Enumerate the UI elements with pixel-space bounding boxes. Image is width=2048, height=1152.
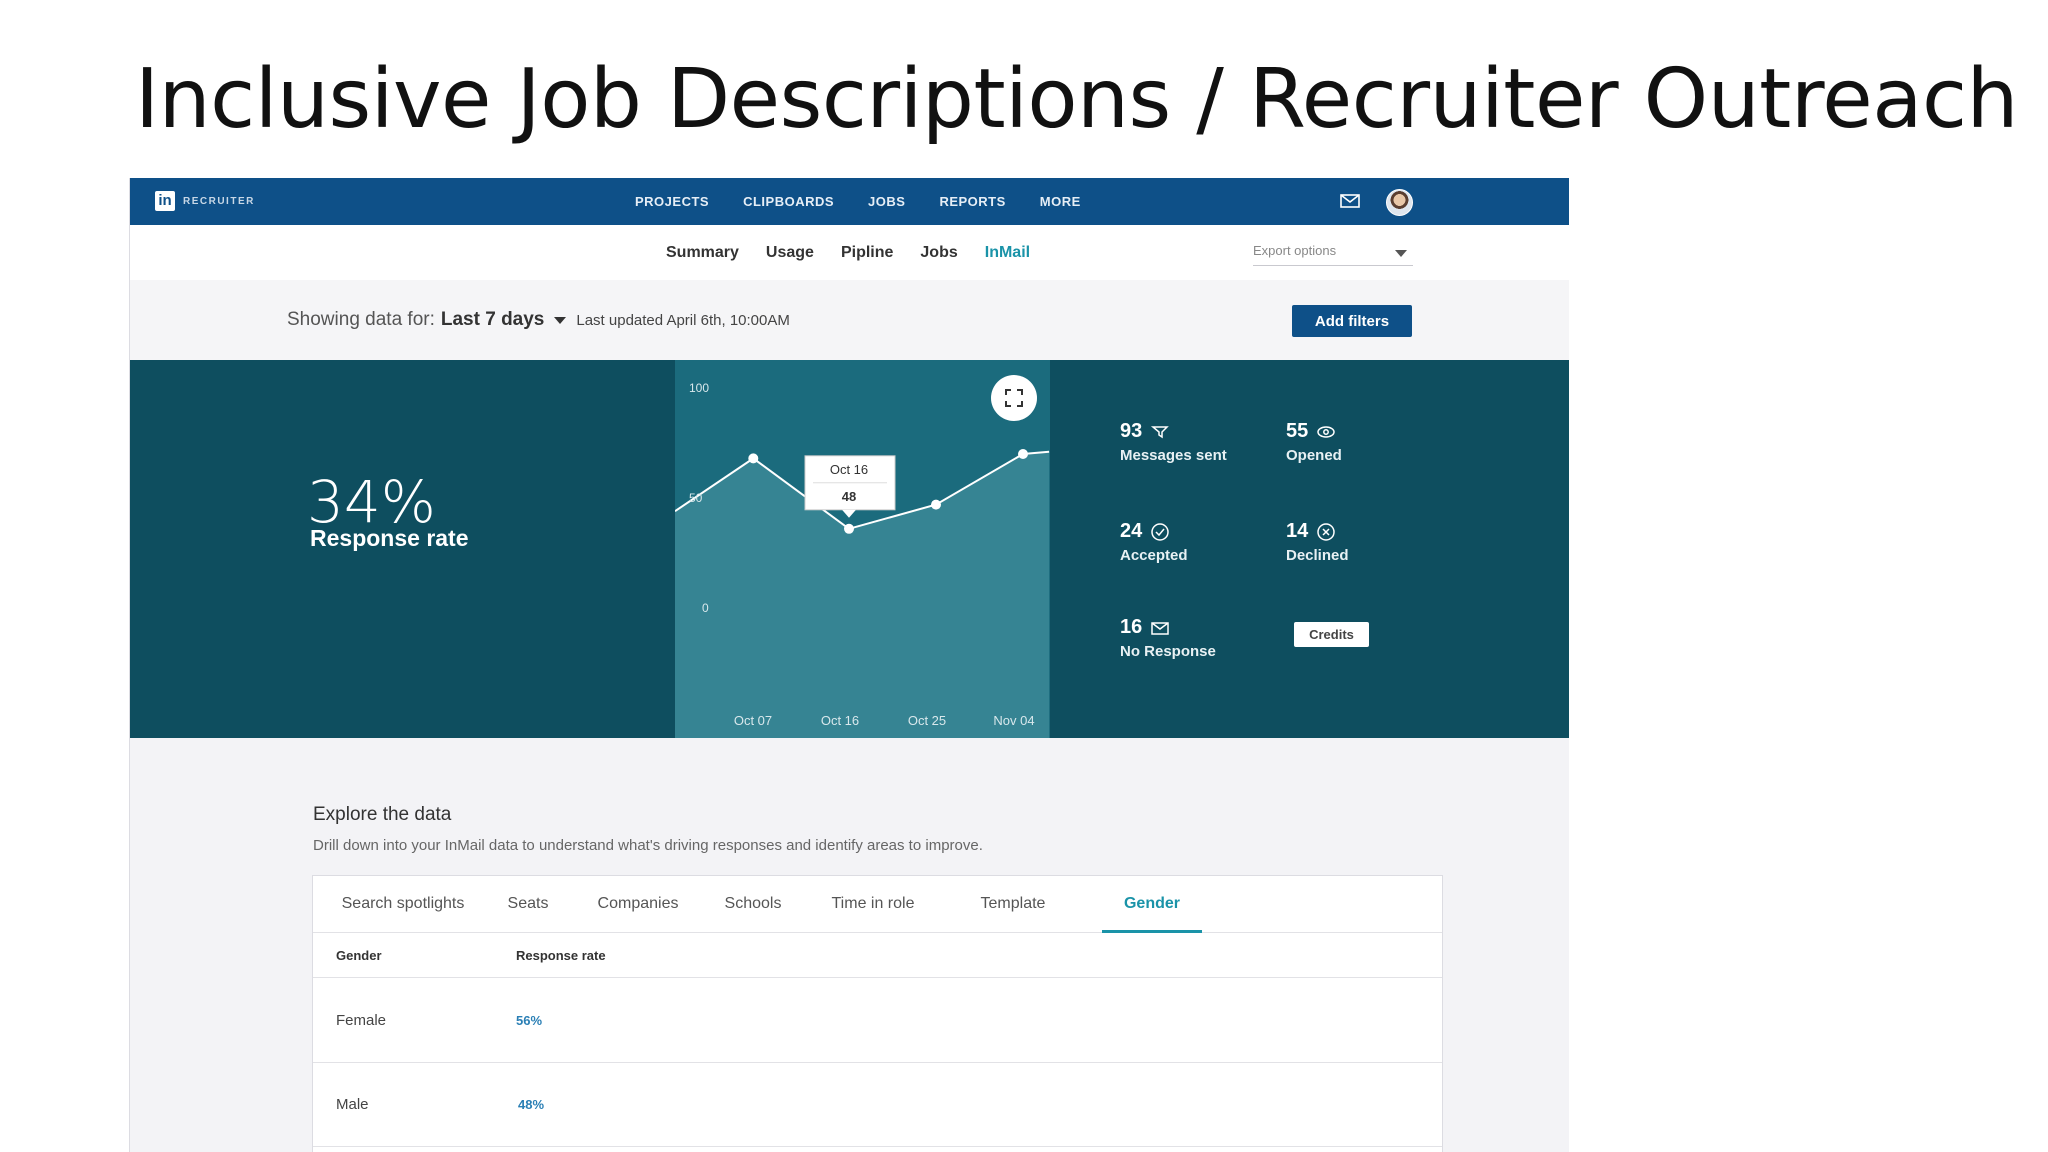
tab-inmail[interactable]: InMail [985,244,1030,262]
response-rate-cell: 48% [518,1096,545,1112]
stat-value: 24 [1120,520,1143,542]
linkedin-logo[interactable]: in RECRUITER [155,191,255,211]
main-nav: PROJECTS CLIPBOARDS JOBS REPORTS MORE [635,178,1081,225]
table-row: Female 56% [313,978,1442,1063]
check-circle-icon [1151,522,1169,541]
table-header: Gender Response rate [313,933,1442,978]
stat-label: Accepted [1120,547,1188,564]
explore-tabs: Search spotlights Seats Companies School… [313,876,1442,933]
nav-projects[interactable]: PROJECTS [635,194,709,209]
stat-label: Declined [1286,547,1349,564]
stat-value: 55 [1286,420,1309,442]
nav-more[interactable]: MORE [1040,194,1081,209]
x-tick-label: Oct 07 [734,713,772,728]
tooltip-pointer [842,509,856,518]
tooltip-value: 48 [842,489,856,504]
x-tick-label: Oct 25 [908,713,946,728]
y-tick-label: 50 [689,491,703,505]
explore-description: Drill down into your InMail data to unde… [313,837,983,854]
stat-value: 16 [1120,616,1143,638]
expand-button[interactable] [991,375,1037,421]
sub-nav: Summary Usage Pipline Jobs InMail Export… [130,225,1569,281]
stat-no-response: 16 No Response [1120,616,1280,660]
tab-pipline[interactable]: Pipline [841,244,893,262]
nav-clipboards[interactable]: CLIPBOARDS [743,194,834,209]
date-range-selector: Showing data for: Last 7 days Last updat… [287,309,790,331]
top-nav-bar: in RECRUITER PROJECTS CLIPBOARDS JOBS RE… [130,178,1569,225]
tab-summary[interactable]: Summary [666,244,739,262]
date-range-value[interactable]: Last 7 days [441,309,545,331]
tooltip-label: Oct 16 [830,462,868,477]
explore-card: Search spotlights Seats Companies School… [312,875,1443,1152]
avatar[interactable] [1386,189,1413,216]
stat-messages-sent: 93 Messages sent [1120,420,1280,464]
explore-title: Explore the data [313,804,452,825]
tab-jobs[interactable]: Jobs [920,244,957,262]
y-tick-label: 0 [702,601,709,615]
filter-row: Showing data for: Last 7 days Last updat… [130,280,1569,360]
stat-value: 93 [1120,420,1143,442]
report-tabs: Summary Usage Pipline Jobs InMail [666,225,1030,280]
x-tick-label: Oct 16 [821,713,859,728]
add-filters-button[interactable]: Add filters [1292,305,1412,337]
caret-down-icon[interactable] [554,316,567,324]
gender-cell: Female [336,1011,387,1029]
nav-jobs[interactable]: JOBS [868,194,905,209]
showing-label: Showing data for: [287,309,435,330]
table-row: Male 48% [313,1062,1442,1147]
response-rate-label: Response rate [310,525,469,551]
tab-usage[interactable]: Usage [766,244,814,262]
message-sent-icon [1151,425,1170,438]
tab-schools[interactable]: Schools [713,876,793,932]
expand-icon [1005,389,1023,407]
recruiter-screenshot: in RECRUITER PROJECTS CLIPBOARDS JOBS RE… [129,178,1569,1152]
stat-label: No Response [1120,643,1216,660]
slide-title: Inclusive Job Descriptions / Recruiter O… [135,52,2019,147]
data-point [931,499,941,510]
tab-time-in-role[interactable]: Time in role [813,876,933,932]
response-rate-cell: 56% [516,1012,543,1028]
stat-accepted: 24 Accepted [1120,520,1280,564]
response-chart: 100 50 0 Oct 07 Oct 16 Oct 25 Nov 04 Oct 16 48 [674,360,1050,738]
tab-template[interactable]: Template [958,876,1068,932]
envelope-icon [1151,621,1169,635]
inmail-summary-panel: 34% Response rate 100 50 0 Oct 07 Oct 16 Oct … [130,360,1569,738]
tab-companies[interactable]: Companies [583,876,693,932]
eye-icon [1317,425,1335,438]
stat-declined: 14 Declined [1286,520,1446,564]
column-header-gender: Gender [336,947,382,963]
x-circle-icon [1317,522,1335,541]
gender-cell: Male [336,1095,369,1113]
data-point [748,453,759,464]
export-options-label: Export options [1253,243,1337,258]
stat-value: 14 [1286,520,1309,542]
mail-icon[interactable] [1340,194,1360,208]
stat-label: Messages sent [1120,447,1227,464]
stat-label: Opened [1286,447,1342,464]
data-point [844,523,854,534]
x-tick-label: Nov 04 [993,713,1034,728]
last-updated: Last updated April 6th, 10:00AM [576,311,790,329]
tab-search-spotlights[interactable]: Search spotlights [333,876,473,932]
chevron-down-icon [1395,250,1407,257]
linkedin-icon: in [155,191,175,211]
logo-text: RECRUITER [183,195,255,207]
column-header-response-rate: Response rate [516,947,606,963]
data-point [1018,449,1028,459]
stat-opened: 55 Opened [1286,420,1446,464]
export-options-dropdown[interactable]: Export options [1253,243,1413,266]
nav-reports[interactable]: REPORTS [939,194,1005,209]
tab-seats[interactable]: Seats [493,876,563,932]
y-tick-label: 100 [689,381,709,395]
credits-button[interactable]: Credits [1294,622,1369,647]
tab-gender[interactable]: Gender [1102,876,1202,933]
